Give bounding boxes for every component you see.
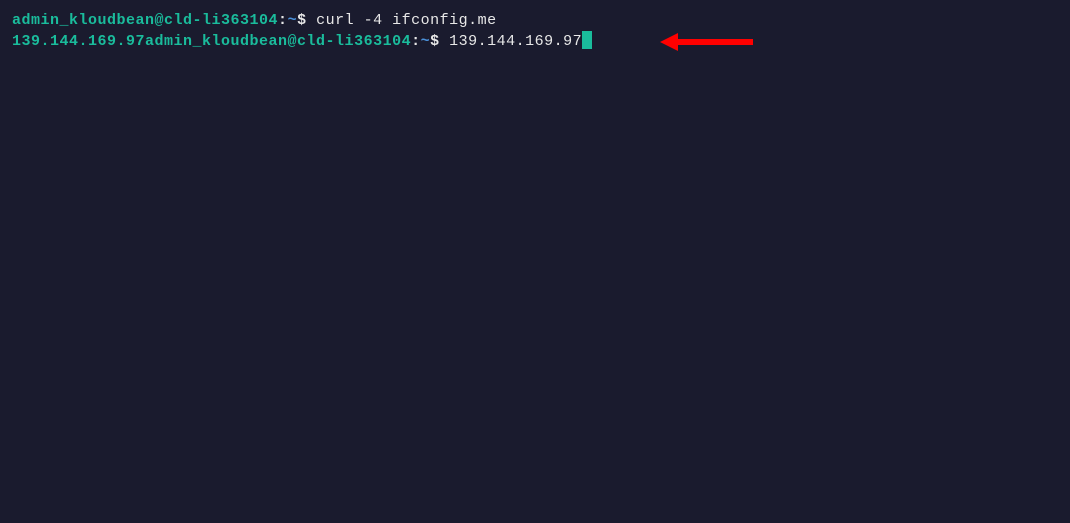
prompt-user-host: admin_kloudbean@cld-li363104 [145, 33, 411, 50]
prompt-dollar: $ [430, 33, 449, 50]
cursor [582, 31, 592, 49]
typed-input: 139.144.169.97 [449, 33, 582, 50]
arrow-shaft [678, 39, 753, 45]
prompt-separator: : [278, 12, 288, 29]
terminal[interactable]: admin_kloudbean@cld-li363104:~$ curl -4 … [12, 10, 1058, 52]
prompt-user-host: admin_kloudbean@cld-li363104 [12, 12, 278, 29]
prompt-dollar: $ [297, 12, 316, 29]
command-output: 139.144.169.97 [12, 33, 145, 50]
arrow-head-icon [660, 33, 678, 51]
prompt-path: ~ [421, 33, 431, 50]
prompt-path: ~ [288, 12, 298, 29]
command-text: curl -4 ifconfig.me [316, 12, 497, 29]
annotation-arrow [660, 33, 753, 51]
terminal-line-2: 139.144.169.97admin_kloudbean@cld-li3631… [12, 31, 1058, 52]
prompt-separator: : [411, 33, 421, 50]
terminal-line-1: admin_kloudbean@cld-li363104:~$ curl -4 … [12, 10, 1058, 31]
